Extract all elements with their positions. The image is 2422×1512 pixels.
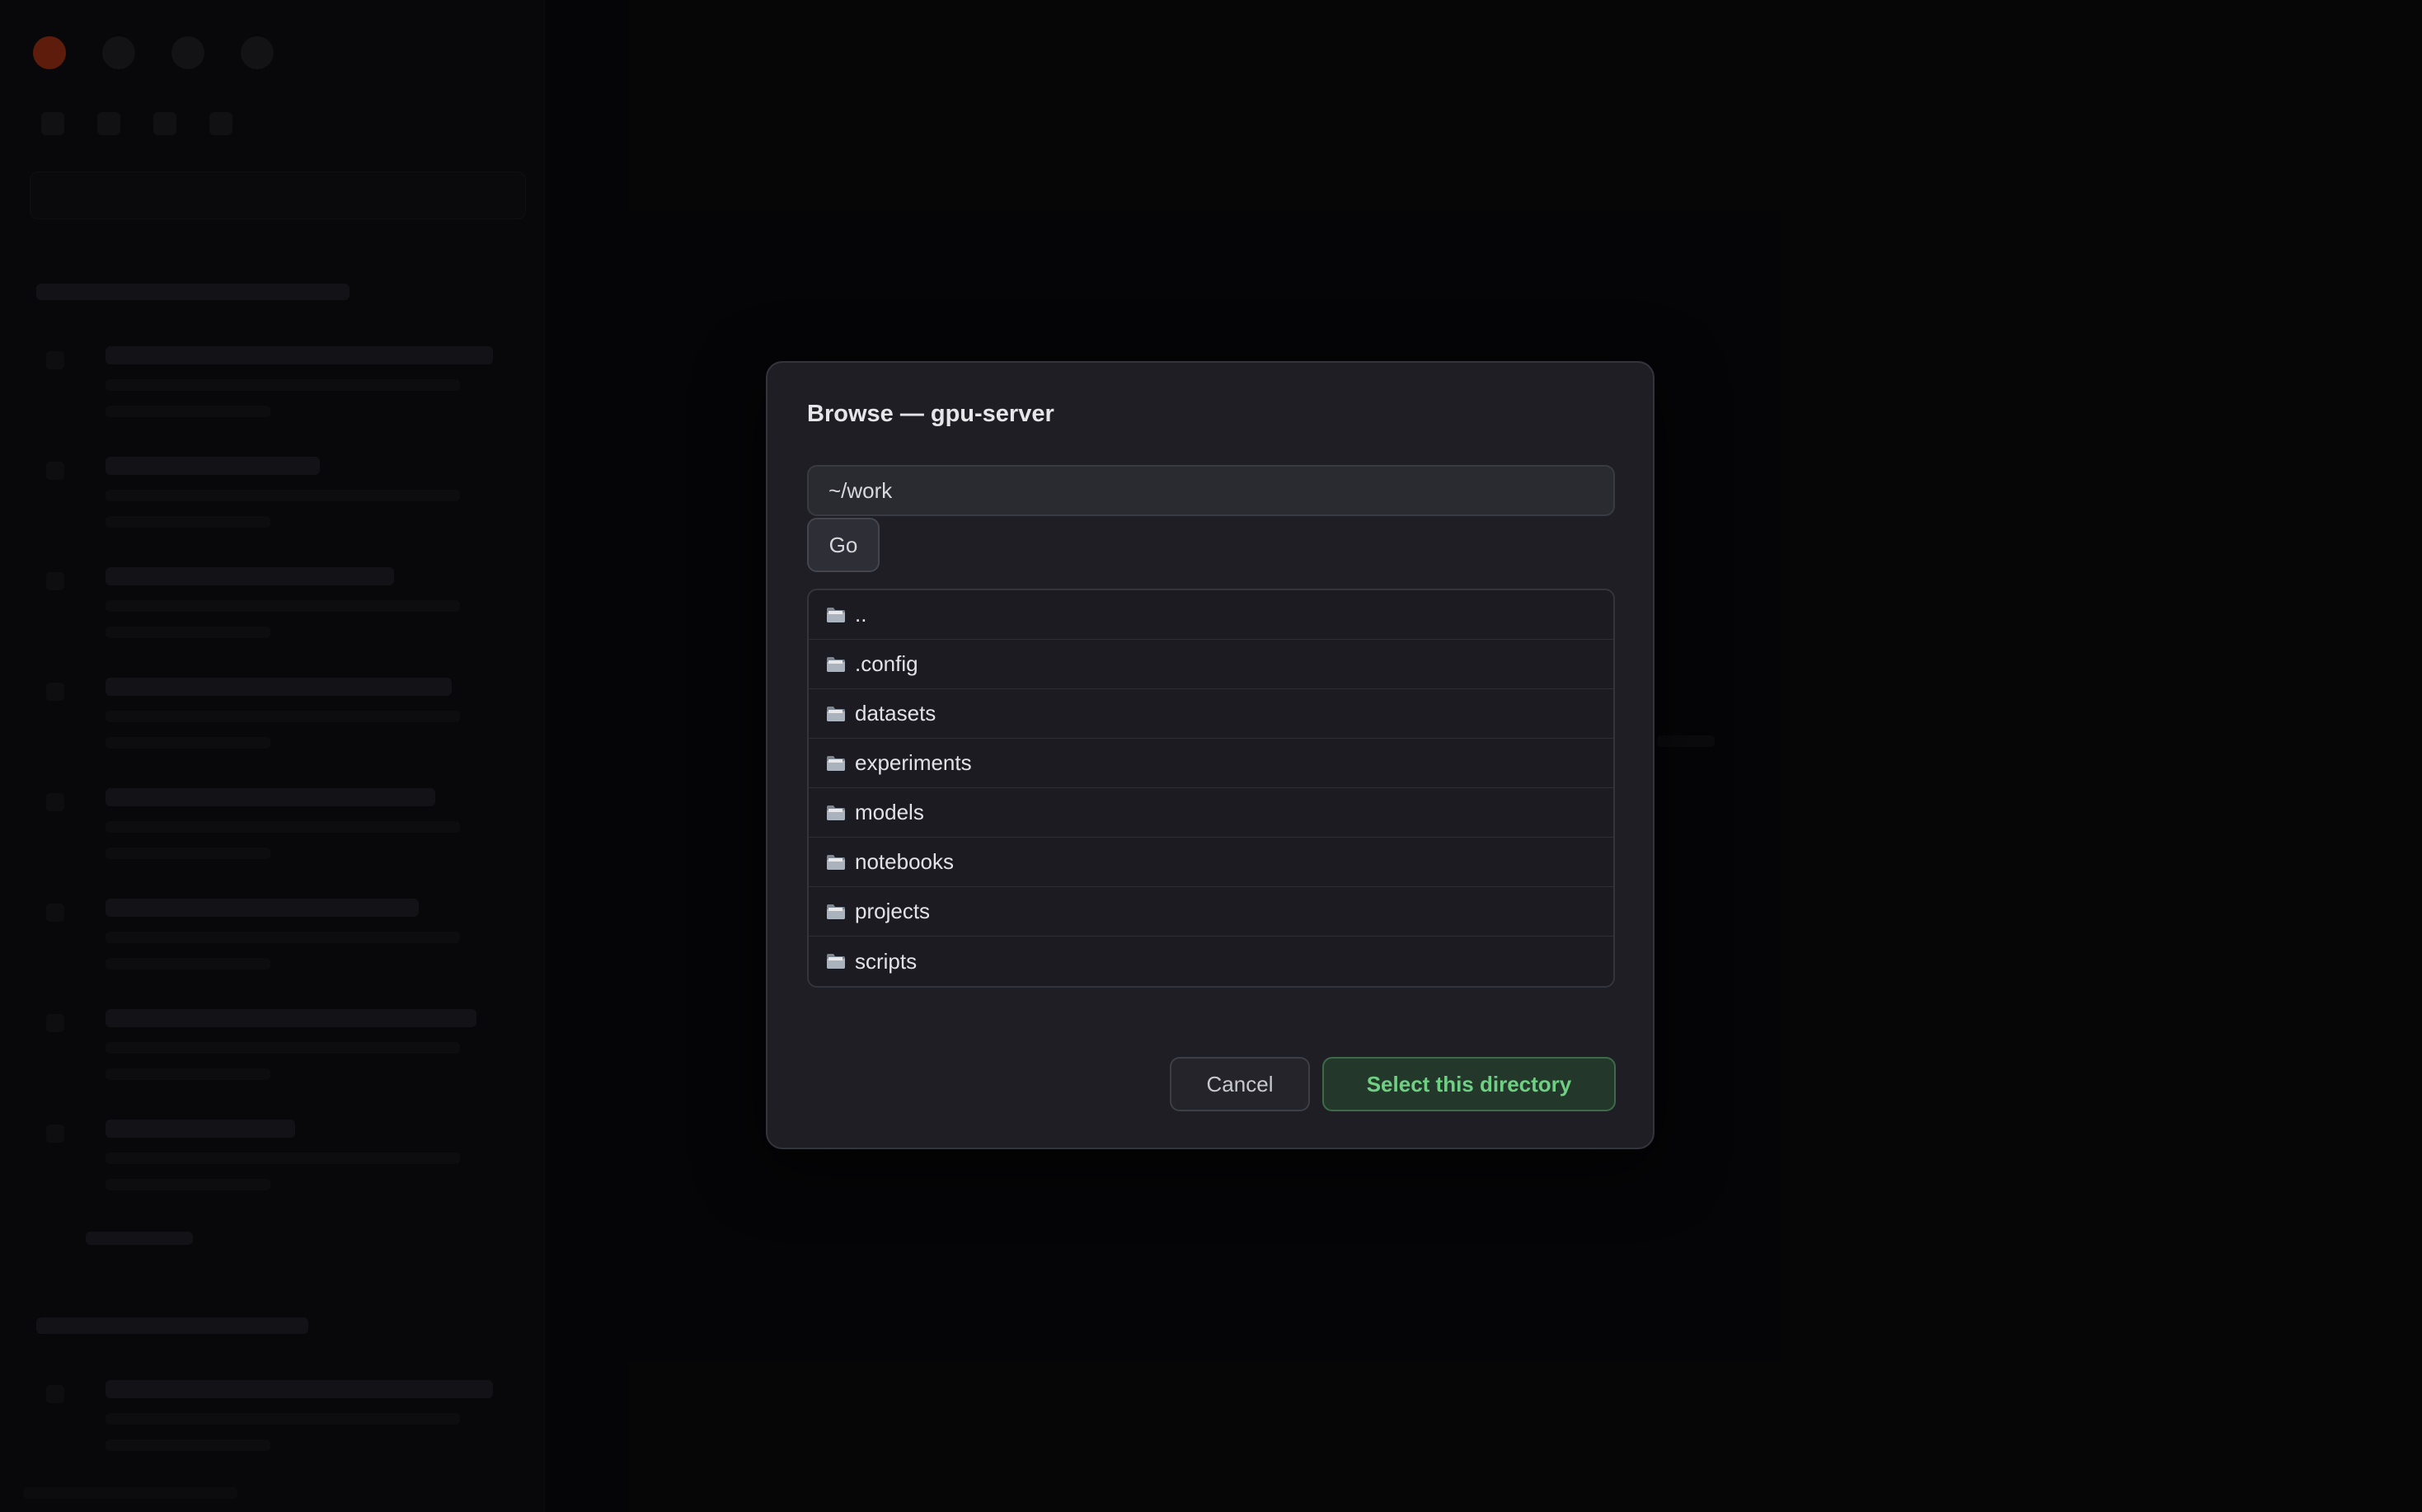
directory-name: notebooks <box>855 849 954 874</box>
dialog-title: Browse — gpu-server <box>807 401 1054 427</box>
directory-name: scripts <box>855 948 918 974</box>
directory-name: models <box>855 800 924 824</box>
cancel-button[interactable]: Cancel <box>1170 1057 1310 1111</box>
folder-icon <box>825 901 847 923</box>
select-directory-button[interactable]: Select this directory <box>1322 1057 1616 1111</box>
directory-row[interactable]: datasets <box>809 689 1613 739</box>
folder-icon <box>825 852 847 873</box>
folder-icon <box>825 802 847 824</box>
directory-row[interactable]: scripts <box>809 937 1613 986</box>
path-input[interactable] <box>807 465 1615 516</box>
folder-icon <box>825 703 847 725</box>
directory-name: .config <box>855 651 918 676</box>
directory-name: experiments <box>855 750 972 775</box>
browse-directory-dialog: Browse — gpu-server Go .. .config datasets… <box>766 361 1655 1149</box>
directory-name: datasets <box>855 701 936 725</box>
folder-icon <box>825 951 847 972</box>
folder-icon <box>825 654 847 675</box>
directory-row[interactable]: projects <box>809 887 1613 937</box>
directory-list: .. .config datasets experiments models notebo… <box>807 589 1615 988</box>
directory-row[interactable]: notebooks <box>809 838 1613 887</box>
folder-icon <box>825 753 847 774</box>
directory-row[interactable]: models <box>809 788 1613 838</box>
directory-row[interactable]: .config <box>809 640 1613 689</box>
directory-row[interactable]: .. <box>809 590 1613 640</box>
directory-row[interactable]: experiments <box>809 739 1613 788</box>
go-button[interactable]: Go <box>807 518 880 572</box>
directory-name: .. <box>855 602 867 627</box>
directory-name: projects <box>855 899 931 923</box>
folder-icon <box>825 604 847 626</box>
